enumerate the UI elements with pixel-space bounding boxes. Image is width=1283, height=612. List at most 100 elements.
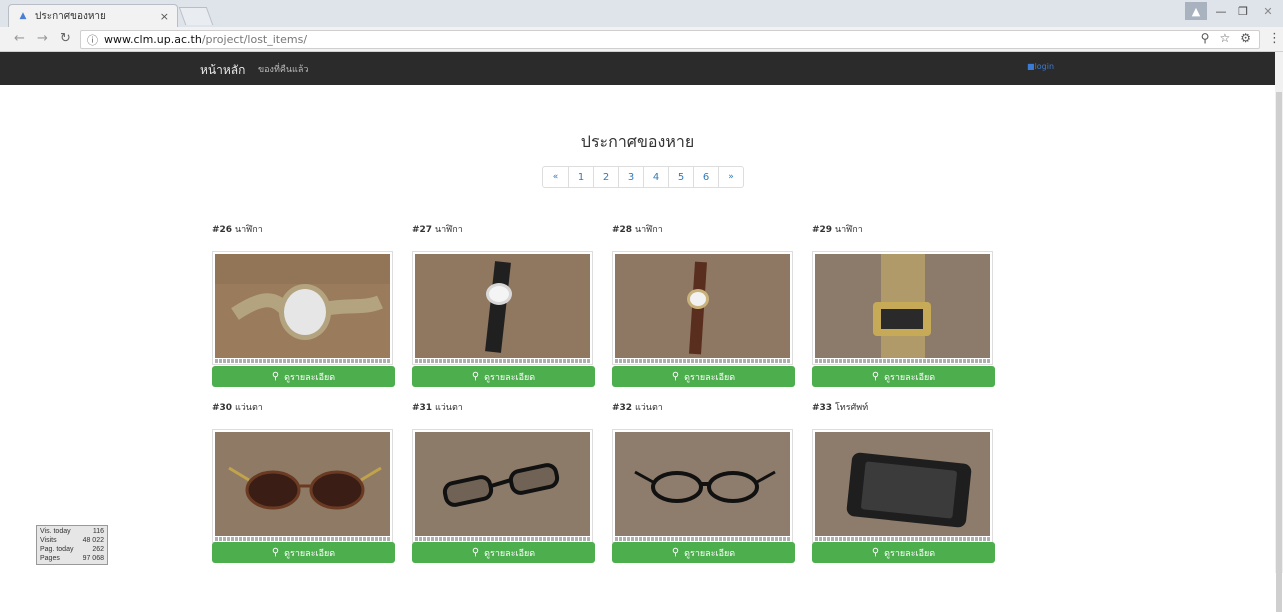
lost-item-card: #30 แว่นตา ⚲ ดูรายละเอียด <box>212 400 395 563</box>
zoom-in-icon: ⚲ <box>271 547 280 558</box>
pagination-next[interactable]: » <box>718 167 743 187</box>
watch-image <box>815 254 990 358</box>
button-label: ดูรายละเอียด <box>684 548 736 559</box>
view-details-button[interactable]: ⚲ ดูรายละเอียด <box>812 366 995 387</box>
scrollbar-thumb[interactable] <box>1276 92 1282 612</box>
item-number: #30 <box>212 403 233 413</box>
pagination-page[interactable]: 4 <box>643 167 668 187</box>
view-details-button[interactable]: ⚲ ดูรายละเอียด <box>412 542 595 563</box>
glasses-image <box>415 432 590 536</box>
zoom-in-icon: ⚲ <box>671 547 680 558</box>
pagination: « 1 2 3 4 5 6 » <box>542 166 744 188</box>
pagination-page[interactable]: 5 <box>668 167 693 187</box>
view-details-button[interactable]: ⚲ ดูรายละเอียด <box>812 542 995 563</box>
pagination-prev[interactable]: « <box>543 167 568 187</box>
item-number: #31 <box>412 403 433 413</box>
visitor-counter[interactable]: Vis. today 116 Visits 48 022 Pag. today 262… <box>36 525 108 565</box>
button-label: ดูรายละเอียด <box>484 548 536 559</box>
user-icon: ■ <box>1027 62 1035 71</box>
back-icon[interactable]: ← <box>14 31 25 46</box>
browser-menu-icon[interactable]: ⋮ <box>1268 31 1281 46</box>
page-title: ประกาศของหาย <box>580 132 695 151</box>
item-photo[interactable] <box>212 429 393 543</box>
counter-row: Vis. today 116 <box>40 528 104 535</box>
item-photo[interactable] <box>412 251 593 365</box>
tab-close-icon[interactable]: × <box>160 10 169 23</box>
item-name: นาฬิกา <box>834 225 863 235</box>
view-details-button[interactable]: ⚲ ดูรายละเอียด <box>212 366 395 387</box>
forward-icon[interactable]: → <box>37 31 48 46</box>
close-window-icon[interactable]: ✕ <box>1256 2 1280 20</box>
photo-caption <box>215 537 390 541</box>
zoom-in-icon: ⚲ <box>871 547 880 558</box>
pagination-page[interactable]: 3 <box>618 167 643 187</box>
login-link[interactable]: ■login <box>1027 62 1054 71</box>
reload-icon[interactable]: ↻ <box>60 31 71 46</box>
pagination-page[interactable]: 2 <box>593 167 618 187</box>
button-label: ดูรายละเอียด <box>284 372 336 383</box>
item-photo[interactable] <box>212 251 393 365</box>
lost-item-card: #27 นาฬิกา ⚲ ดูรายละเอียด <box>412 222 595 387</box>
url-host: www.clm.up.ac.th <box>104 33 202 46</box>
lost-item-card: #28 นาฬิกา ⚲ ดูรายละเอียด <box>612 222 795 387</box>
photo-caption <box>215 359 390 363</box>
button-label: ดูรายละเอียด <box>284 548 336 559</box>
lost-item-card: #29 นาฬิกา ⚲ ดูรายละเอียด <box>812 222 995 387</box>
item-name: แว่นตา <box>434 403 463 413</box>
item-title: #30 แว่นตา <box>212 400 395 414</box>
info-icon[interactable]: ⓘ <box>87 32 98 48</box>
counter-row: Visits 48 022 <box>40 537 104 544</box>
item-name: นาฬิกา <box>234 225 263 235</box>
minimize-icon[interactable]: — <box>1210 2 1232 20</box>
nav-returned-items-link[interactable]: ของที่คืนแล้ว <box>258 62 308 76</box>
view-details-button[interactable]: ⚲ ดูรายละเอียด <box>212 542 395 563</box>
browser-tabstrip: ▲ ประกาศของหาย × ▲ — ❐ ✕ <box>0 0 1283 27</box>
button-label: ดูรายละเอียด <box>884 548 936 559</box>
profile-icon[interactable]: ▲ <box>1185 2 1207 20</box>
bookmark-star-icon[interactable]: ☆ <box>1219 31 1230 45</box>
tab-title: ประกาศของหาย <box>35 10 106 22</box>
item-photo[interactable] <box>612 429 793 543</box>
new-tab-button[interactable] <box>178 7 214 25</box>
photo-caption <box>415 537 590 541</box>
item-photo[interactable] <box>612 251 793 365</box>
item-photo[interactable] <box>412 429 593 543</box>
nav-home-link[interactable]: หน้าหลัก <box>200 61 245 80</box>
watch-image <box>415 254 590 358</box>
button-label: ดูรายละเอียด <box>684 372 736 383</box>
browser-tab[interactable]: ▲ ประกาศของหาย × <box>8 4 178 27</box>
zoom-icon[interactable]: ⚲ <box>1201 31 1210 45</box>
item-number: #33 <box>812 403 833 413</box>
view-details-button[interactable]: ⚲ ดูรายละเอียด <box>412 366 595 387</box>
button-label: ดูรายละเอียด <box>484 372 536 383</box>
photo-caption <box>815 537 990 541</box>
glasses-image <box>615 432 790 536</box>
view-details-button[interactable]: ⚲ ดูรายละเอียด <box>612 542 795 563</box>
item-title: #28 นาฬิกา <box>612 222 795 236</box>
item-photo[interactable] <box>812 251 993 365</box>
extension-icon[interactable]: ⚙ <box>1240 31 1251 45</box>
zoom-in-icon: ⚲ <box>471 547 480 558</box>
photo-caption <box>615 359 790 363</box>
item-title: #32 แว่นตา <box>612 400 795 414</box>
address-bar[interactable]: ⓘ www.clm.up.ac.th /project/lost_items/ … <box>80 30 1260 49</box>
item-number: #26 <box>212 225 233 235</box>
maximize-icon[interactable]: ❐ <box>1232 2 1254 20</box>
item-title: #33 โทรศัพท์ <box>812 400 995 414</box>
item-number: #32 <box>612 403 633 413</box>
item-title: #26 นาฬิกา <box>212 222 395 236</box>
page-scrollbar[interactable] <box>1275 52 1283 612</box>
browser-toolbar: ← → ↻ ⓘ www.clm.up.ac.th /project/lost_i… <box>0 27 1283 52</box>
item-number: #29 <box>812 225 833 235</box>
item-name: นาฬิกา <box>434 225 463 235</box>
item-name: แว่นตา <box>634 403 663 413</box>
pagination-page[interactable]: 6 <box>693 167 718 187</box>
watch-image <box>615 254 790 358</box>
view-details-button[interactable]: ⚲ ดูรายละเอียด <box>612 366 795 387</box>
site-navbar: หน้าหลัก ของที่คืนแล้ว ■login <box>0 52 1275 85</box>
item-photo[interactable] <box>812 429 993 543</box>
item-name: นาฬิกา <box>634 225 663 235</box>
lost-item-card: #26 นาฬิกา ⚲ ดูรายละเอียด <box>212 222 395 387</box>
pagination-page[interactable]: 1 <box>568 167 593 187</box>
photo-caption <box>415 359 590 363</box>
